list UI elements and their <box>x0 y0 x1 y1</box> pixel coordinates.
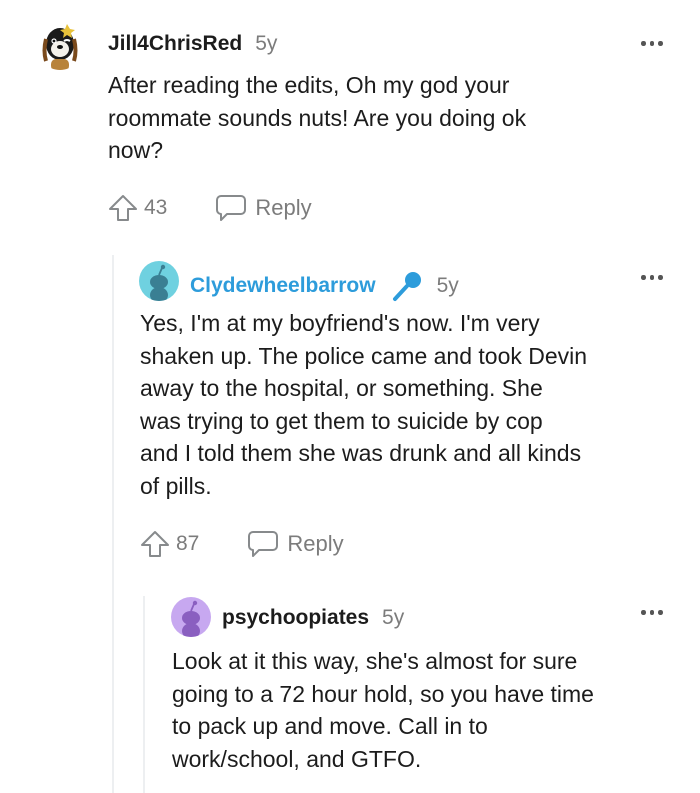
avatar[interactable] <box>139 261 179 301</box>
comment-body: Yes, I'm at my boyfriend's now. I'm very… <box>140 307 587 502</box>
username[interactable]: Jill4ChrisRed <box>108 32 242 56</box>
comment-line: Look at it this way, she's almost for su… <box>172 648 578 674</box>
comment-line: work/school, and GTFO. <box>172 745 422 772</box>
upvote-arrow-icon <box>109 195 137 221</box>
comment-age: 5y <box>382 606 405 629</box>
vote-count: 87 <box>176 532 200 555</box>
comment-body: After reading the edits, Oh my god your … <box>108 69 526 167</box>
comment-line: After reading the edits, Oh my god your <box>108 72 510 98</box>
thread-line-level-2[interactable] <box>143 596 145 793</box>
snoo-avatar-icon <box>182 600 200 637</box>
comment-body: Look at it this way, she's almost for su… <box>172 645 594 775</box>
comment-header: Clydewheelbarrow 5y <box>190 269 459 303</box>
more-options-button[interactable] <box>641 41 663 46</box>
comment-line: shaken up. The police came and took Devi… <box>140 342 588 369</box>
microphone-icon <box>390 269 424 303</box>
comment-age: 5y <box>255 32 278 55</box>
comment-actions: 43 Reply <box>108 193 312 223</box>
reply-label: Reply <box>287 531 344 556</box>
reply-button[interactable]: Reply <box>215 193 312 223</box>
username[interactable]: psychoopiates <box>222 606 369 630</box>
comment-line: was trying to get them to suicide by cop <box>140 407 543 434</box>
vote-count: 43 <box>144 196 168 219</box>
comment-line: roommate sounds nuts! Are you doing ok <box>108 104 527 131</box>
avatar[interactable] <box>171 597 211 637</box>
comment-actions: 87 Reply <box>140 529 344 559</box>
upvote-arrow-icon <box>141 531 169 557</box>
upvote-button[interactable]: 43 <box>108 193 167 223</box>
snoo-avatar-icon <box>150 264 168 301</box>
comment-header: Jill4ChrisRed 5y <box>108 32 277 56</box>
comment-line: Yes, I'm at my boyfriend's now. I'm very <box>140 310 540 336</box>
comment-line: and I told them she was drunk and all ki… <box>140 440 582 466</box>
dog-avatar-icon <box>42 24 78 70</box>
thread-line-level-1[interactable] <box>112 255 114 793</box>
speech-bubble-icon <box>248 531 279 557</box>
speech-bubble-icon <box>216 195 247 221</box>
upvote-button[interactable]: 87 <box>140 529 199 559</box>
more-options-button[interactable] <box>641 610 663 615</box>
more-options-button[interactable] <box>641 275 663 280</box>
comment-line: to pack up and move. Call in to <box>172 713 488 739</box>
comment-line: away to the hospital, or something. She <box>140 375 543 401</box>
comment-line: of pills. <box>140 472 212 499</box>
comment-line: going to a 72 hour hold, so you have tim… <box>172 680 594 707</box>
avatar[interactable] <box>37 20 83 70</box>
reply-label: Reply <box>255 195 312 220</box>
username[interactable]: Clydewheelbarrow <box>190 274 376 298</box>
reply-button[interactable]: Reply <box>247 529 344 559</box>
comment-age: 5y <box>436 274 459 297</box>
comment-line: now? <box>108 137 163 163</box>
comment-header: psychoopiates 5y <box>222 606 404 630</box>
